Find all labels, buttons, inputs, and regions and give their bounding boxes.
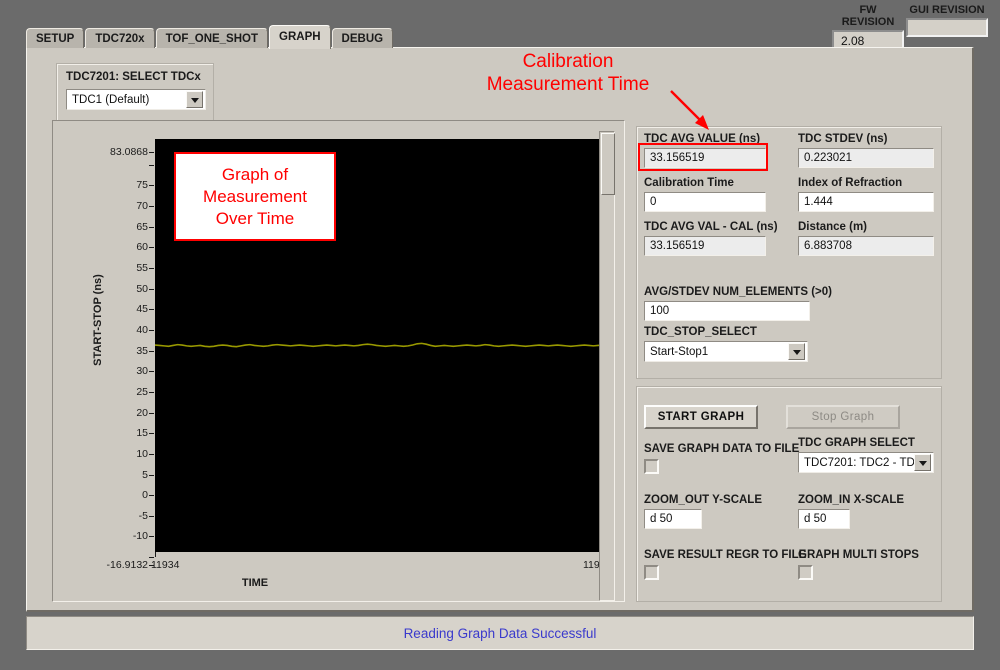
chevron-down-icon[interactable] bbox=[788, 343, 805, 360]
save-graph-data-checkbox[interactable] bbox=[644, 459, 659, 474]
annotation-arrow-icon bbox=[668, 88, 716, 136]
save-graph-data-label: SAVE GRAPH DATA TO FILE bbox=[644, 443, 799, 455]
annotation-calibration-line2: Measurement Time bbox=[464, 73, 672, 96]
tdc-stop-select-dropdown[interactable]: Start-Stop1 bbox=[644, 341, 808, 362]
num-elements-label: AVG/STDEV NUM_ELEMENTS (>0) bbox=[644, 286, 832, 298]
graph-multi-stops-checkbox[interactable] bbox=[798, 565, 813, 580]
tdcx-dropdown-value: TDC1 (Default) bbox=[67, 94, 186, 106]
tdc-select-group: TDC7201: SELECT TDCx TDC1 (Default) bbox=[56, 63, 214, 123]
tdc-stdev-label: TDC STDEV (ns) bbox=[798, 133, 887, 145]
tdc-graph-select-value: TDC7201: TDC2 - TDC1 bbox=[799, 457, 914, 469]
tab-strip: SETUP TDC720x TOF_ONE_SHOT GRAPH DEBUG bbox=[26, 25, 394, 48]
start-graph-button[interactable]: START GRAPH bbox=[644, 405, 758, 429]
status-bar: Reading Graph Data Successful bbox=[26, 616, 974, 650]
y-tick-label: 55 bbox=[81, 262, 155, 274]
tdcx-dropdown[interactable]: TDC1 (Default) bbox=[66, 89, 206, 110]
chevron-down-icon[interactable] bbox=[186, 91, 203, 108]
readout-panel: TDC AVG VALUE (ns) 33.156519 TDC STDEV (… bbox=[636, 126, 942, 379]
y-tick-label: 65 bbox=[81, 221, 155, 233]
y-tick-label: 15 bbox=[81, 427, 155, 439]
y-tick-label: 35 bbox=[81, 345, 155, 357]
y-tick-label: 30 bbox=[81, 365, 155, 377]
y-tick-label: -10 bbox=[81, 530, 155, 542]
annotation-calibration-text: Calibration Measurement Time bbox=[464, 50, 672, 96]
status-message: Reading Graph Data Successful bbox=[404, 626, 597, 641]
index-of-refraction-input[interactable]: 1.444 bbox=[798, 192, 934, 212]
graph-vertical-scrollbar[interactable] bbox=[599, 131, 615, 601]
annotation-graph-line3: Over Time bbox=[203, 208, 307, 230]
y-tick-label: 25 bbox=[81, 386, 155, 398]
tab-setup[interactable]: SETUP bbox=[26, 28, 84, 48]
gui-revision-label: GUI REVISION bbox=[906, 4, 988, 16]
y-tick-label: -16.9132 bbox=[81, 559, 155, 571]
y-tick-label: 83.0868 bbox=[81, 146, 155, 158]
zoom-out-y-label: ZOOM_OUT Y-SCALE bbox=[644, 494, 762, 506]
annotation-calibration-line1: Calibration bbox=[464, 50, 672, 73]
y-tick-label: 45 bbox=[81, 303, 155, 315]
y-tick-label: 20 bbox=[81, 407, 155, 419]
fw-revision-label: FW REVISION bbox=[832, 4, 904, 28]
y-axis: START-STOP (ns) 83.086875706560555045403… bbox=[75, 139, 155, 552]
tdc-avg-value-field: 33.156519 bbox=[644, 148, 766, 168]
gui-revision-block: GUI REVISION bbox=[906, 4, 988, 37]
chevron-down-icon[interactable] bbox=[914, 454, 931, 471]
actions-panel: START GRAPH Stop Graph SAVE GRAPH DATA T… bbox=[636, 386, 942, 602]
tdc-graph-select-label: TDC GRAPH SELECT bbox=[798, 437, 915, 449]
graph-scrollbar-thumb[interactable] bbox=[601, 133, 615, 195]
annotation-graph-line1: Graph of bbox=[203, 164, 307, 186]
tdc-graph-select-dropdown[interactable]: TDC7201: TDC2 - TDC1 bbox=[798, 452, 934, 473]
distance-label: Distance (m) bbox=[798, 221, 867, 233]
calibration-time-label: Calibration Time bbox=[644, 177, 734, 189]
tdc-avg-val-cal-label: TDC AVG VAL - CAL (ns) bbox=[644, 221, 778, 233]
tab-debug[interactable]: DEBUG bbox=[332, 28, 394, 48]
tdc-stop-select-label: TDC_STOP_SELECT bbox=[644, 326, 757, 338]
fw-revision-block: FW REVISION 2.08 bbox=[832, 4, 904, 49]
tdc-select-label: TDC7201: SELECT TDCx bbox=[66, 71, 201, 83]
x-tick-mark bbox=[155, 552, 156, 557]
stop-graph-button[interactable]: Stop Graph bbox=[786, 405, 900, 429]
y-tick-label: -5 bbox=[81, 510, 155, 522]
tdc-avg-val-cal-field: 33.156519 bbox=[644, 236, 766, 256]
y-tick-label: 0 bbox=[81, 489, 155, 501]
tdc-stop-select-value: Start-Stop1 bbox=[645, 346, 788, 358]
tab-tdc720x[interactable]: TDC720x bbox=[85, 28, 154, 48]
y-tick-label: 5 bbox=[81, 469, 155, 481]
num-elements-input[interactable]: 100 bbox=[644, 301, 810, 321]
annotation-graph-text: Graph of Measurement Over Time bbox=[203, 164, 307, 230]
series-start-stop bbox=[155, 343, 607, 346]
save-result-regr-label: SAVE RESULT REGR TO FILE bbox=[644, 549, 806, 561]
zoom-in-x-input[interactable]: d 50 bbox=[798, 509, 850, 529]
calibration-time-input[interactable]: 0 bbox=[644, 192, 766, 212]
y-tick-label: 60 bbox=[81, 241, 155, 253]
y-tick-label: 50 bbox=[81, 283, 155, 295]
annotation-graph-box: Graph of Measurement Over Time bbox=[174, 152, 336, 241]
y-tick-label: 70 bbox=[81, 200, 155, 212]
index-of-refraction-label: Index of Refraction bbox=[798, 177, 902, 189]
y-tick-label: 40 bbox=[81, 324, 155, 336]
tab-graph[interactable]: GRAPH bbox=[269, 25, 331, 49]
save-result-regr-checkbox[interactable] bbox=[644, 565, 659, 580]
gui-revision-value bbox=[906, 18, 988, 37]
graph-multi-stops-label: GRAPH MULTI STOPS bbox=[798, 549, 919, 561]
application-window: FW REVISION 2.08 GUI REVISION SETUP TDC7… bbox=[0, 0, 1000, 670]
y-tick-label: 75 bbox=[81, 179, 155, 191]
x-tick-label: 11934 bbox=[151, 559, 179, 571]
x-axis-title: TIME bbox=[155, 577, 355, 589]
zoom-in-x-label: ZOOM_IN X-SCALE bbox=[798, 494, 904, 506]
graph-inner-area: START-STOP (ns) 83.086875706560555045403… bbox=[59, 126, 618, 596]
zoom-out-y-input[interactable]: d 50 bbox=[644, 509, 702, 529]
graph-panel: START-STOP (ns) 83.086875706560555045403… bbox=[52, 120, 625, 602]
distance-field: 6.883708 bbox=[798, 236, 934, 256]
tab-tof-one-shot[interactable]: TOF_ONE_SHOT bbox=[156, 28, 268, 48]
tdc-stdev-field: 0.223021 bbox=[798, 148, 934, 168]
y-tick-label: 10 bbox=[81, 448, 155, 460]
annotation-graph-line2: Measurement bbox=[203, 186, 307, 208]
x-axis: 1193411984 TIME bbox=[155, 552, 607, 592]
